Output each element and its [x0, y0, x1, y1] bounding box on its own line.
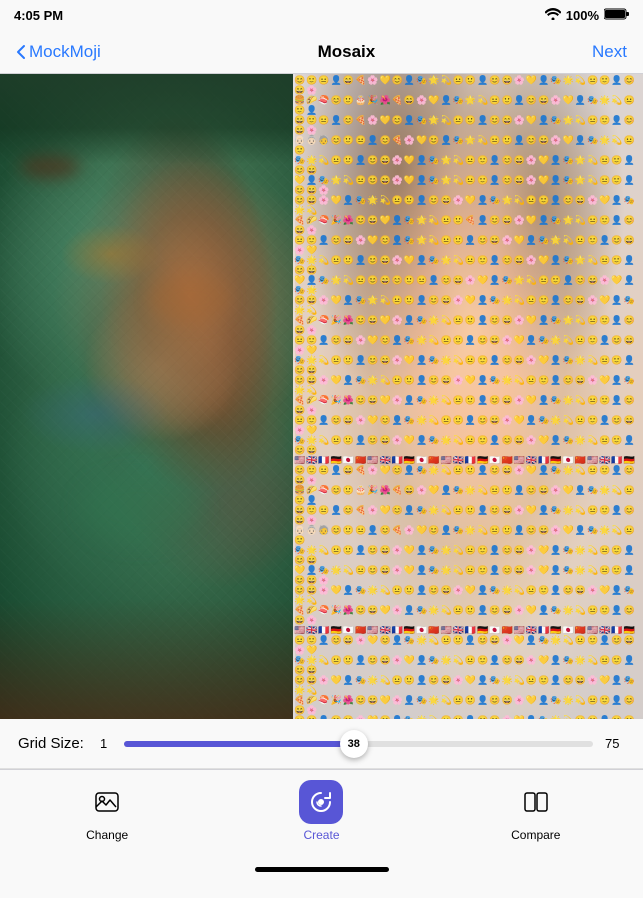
tab-change[interactable]: Change: [72, 780, 142, 842]
slider-track: 38: [124, 741, 593, 747]
slider-thumb[interactable]: 38: [340, 730, 368, 758]
image-icon: [94, 789, 120, 815]
slider-max-value: 75: [605, 736, 625, 751]
slider-min-value: 1: [100, 736, 112, 751]
tab-change-label: Change: [86, 828, 128, 842]
tab-compare[interactable]: Compare: [501, 780, 571, 842]
nav-bar: MockMoji Mosaix Next: [0, 30, 643, 74]
tab-create-label: Create: [303, 828, 339, 842]
grid-size-row: Grid Size: 1 38 75: [0, 719, 643, 769]
emoji-mosaic-right: 😊🙂😐👤😄🍕🌸💛😊👤🎭🌟💫😐🙂👤😊😄🌸💛👤🎭🌟💫😐🙂👤😊😄🌸 🍔🌮🍣😊🙂🎂🎉🌺🍕…: [293, 74, 643, 719]
refresh-icon: [308, 789, 334, 815]
compare-icon-container: [514, 780, 558, 824]
status-time: 4:05 PM: [14, 8, 63, 23]
change-icon-container: [85, 780, 129, 824]
back-button[interactable]: MockMoji: [16, 42, 101, 62]
page-title: Mosaix: [318, 42, 376, 62]
back-label: MockMoji: [29, 42, 101, 62]
create-icon-container: [299, 780, 343, 824]
next-button[interactable]: Next: [592, 42, 627, 62]
battery-icon: [604, 8, 629, 23]
status-time-area: 4:05 PM: [14, 8, 63, 23]
tab-create[interactable]: Create: [286, 780, 356, 842]
battery-percentage: 100%: [566, 8, 599, 23]
wifi-icon: [545, 8, 561, 23]
grid-size-label: Grid Size:: [18, 735, 88, 752]
status-bar: 4:05 PM 100%: [0, 0, 643, 30]
image-divider: [293, 74, 295, 719]
painted-image-left: [0, 74, 295, 719]
slider-value: 38: [348, 738, 360, 750]
home-bar: [255, 867, 389, 872]
home-indicator: [0, 852, 643, 886]
status-right-area: 100%: [545, 8, 629, 23]
controls-area: Grid Size: 1 38 75 Change: [0, 719, 643, 898]
tab-compare-label: Compare: [511, 828, 560, 842]
tab-bar: Change Create Compare: [0, 769, 643, 852]
compare-icon: [523, 789, 549, 815]
image-container: 😊🙂😐👤😄🍕🌸💛😊👤🎭🌟💫😐🙂👤😊😄🌸💛👤🎭🌟💫😐🙂👤😊😄🌸 🍔🌮🍣😊🙂🎂🎉🌺🍕…: [0, 74, 643, 719]
slider-fill: [124, 741, 354, 747]
slider-container[interactable]: 38: [124, 729, 593, 759]
